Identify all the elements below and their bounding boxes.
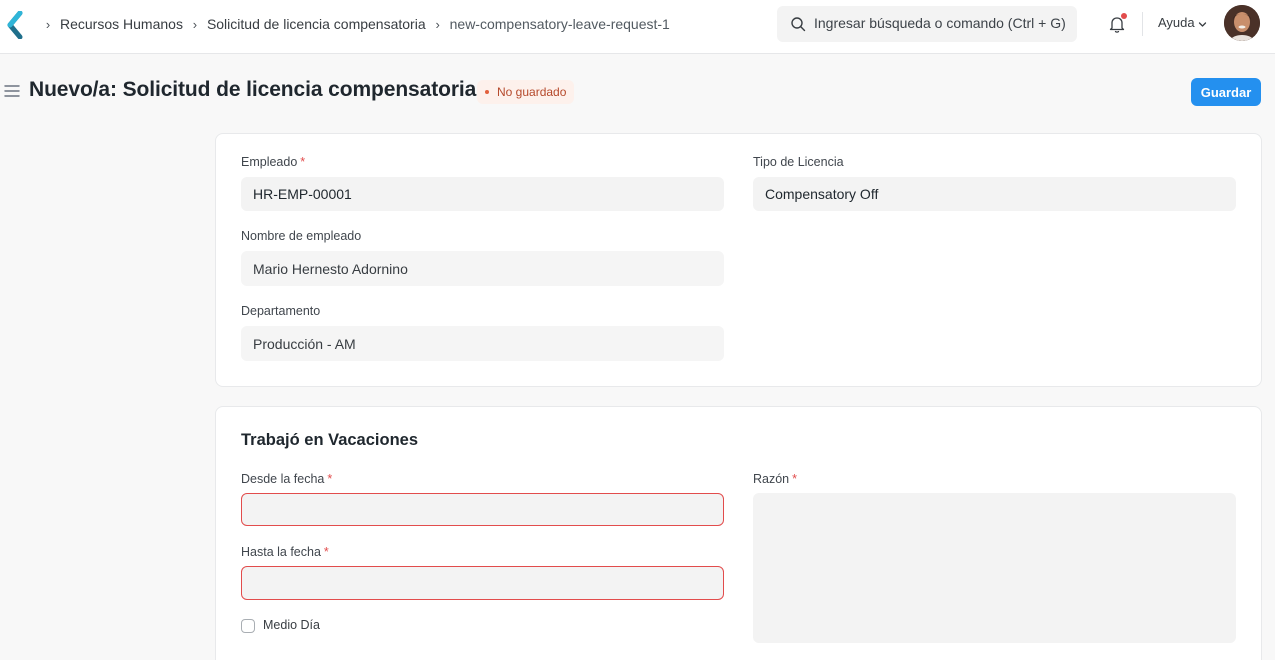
chevron-right-icon: › xyxy=(45,16,51,32)
breadcrumb-hr[interactable]: Recursos Humanos xyxy=(60,16,183,32)
reason-label-text: Razón xyxy=(753,472,790,486)
employee-label: Empleado * xyxy=(241,155,305,169)
sidebar-toggle-icon[interactable] xyxy=(4,84,20,98)
top-navbar: › Recursos Humanos › Solicitud de licenc… xyxy=(0,0,1275,54)
reason-label: Razón * xyxy=(753,472,797,486)
department-label: Departamento xyxy=(241,304,321,318)
employee-label-text: Empleado xyxy=(241,155,298,169)
chevron-right-icon: › xyxy=(435,16,440,32)
avatar-image xyxy=(1224,5,1260,41)
from-date-label-text: Desde la fecha xyxy=(241,472,325,486)
status-badge: No guardado xyxy=(477,80,575,104)
employee-field[interactable]: HR-EMP-00001 xyxy=(241,177,724,211)
breadcrumb-doctype[interactable]: Solicitud de licencia compensatoria xyxy=(207,16,426,32)
employee-name-field: Mario Hernesto Adornino xyxy=(241,251,724,286)
help-menu[interactable]: Ayuda xyxy=(1158,15,1195,30)
save-button[interactable]: Guardar xyxy=(1191,78,1261,106)
avatar[interactable] xyxy=(1224,5,1260,41)
half-day-checkbox[interactable] xyxy=(241,619,255,633)
required-marker: * xyxy=(300,155,306,169)
search-input[interactable]: Ingresar búsqueda o comando (Ctrl + G) xyxy=(814,15,1066,31)
employee-name-label: Nombre de empleado xyxy=(241,229,362,243)
to-date-input[interactable] xyxy=(241,566,724,600)
back-logo-icon[interactable] xyxy=(6,11,24,39)
status-badge-label: No guardado xyxy=(497,85,567,99)
section-title: Trabajó en Vacaciones xyxy=(241,431,419,449)
reason-textarea[interactable] xyxy=(753,493,1236,643)
department-field: Producción - AM xyxy=(241,326,724,361)
divider xyxy=(1142,12,1143,36)
worked-holidays-card: Trabajó en Vacaciones Desde la fecha * Ha… xyxy=(215,406,1262,660)
to-date-label: Hasta la fecha * xyxy=(241,545,329,559)
notification-dot xyxy=(1121,13,1127,19)
from-date-label: Desde la fecha * xyxy=(241,472,332,486)
status-dot xyxy=(485,90,489,94)
leave-type-label: Tipo de Licencia xyxy=(753,155,844,169)
chevron-down-icon[interactable] xyxy=(1198,20,1207,29)
search-icon xyxy=(791,17,806,32)
breadcrumb-document[interactable]: new-compensatory-leave-request-1 xyxy=(450,16,670,32)
from-date-input[interactable] xyxy=(241,493,724,526)
leave-type-field[interactable]: Compensatory Off xyxy=(753,177,1236,211)
to-date-label-text: Hasta la fecha xyxy=(241,545,321,559)
required-marker: * xyxy=(323,545,329,559)
required-marker: * xyxy=(792,472,798,486)
search-bar[interactable]: Ingresar búsqueda o comando (Ctrl + G) xyxy=(777,6,1077,42)
required-marker: * xyxy=(327,472,333,486)
half-day-label[interactable]: Medio Día xyxy=(263,618,320,632)
employee-details-card: Empleado * HR-EMP-00001 Tipo de Licencia … xyxy=(215,133,1262,387)
chevron-right-icon: › xyxy=(192,16,198,32)
page-title: Nuevo/a: Solicitud de licencia compensat… xyxy=(29,78,477,101)
breadcrumb: › Recursos Humanos › Solicitud de licenc… xyxy=(40,14,674,34)
